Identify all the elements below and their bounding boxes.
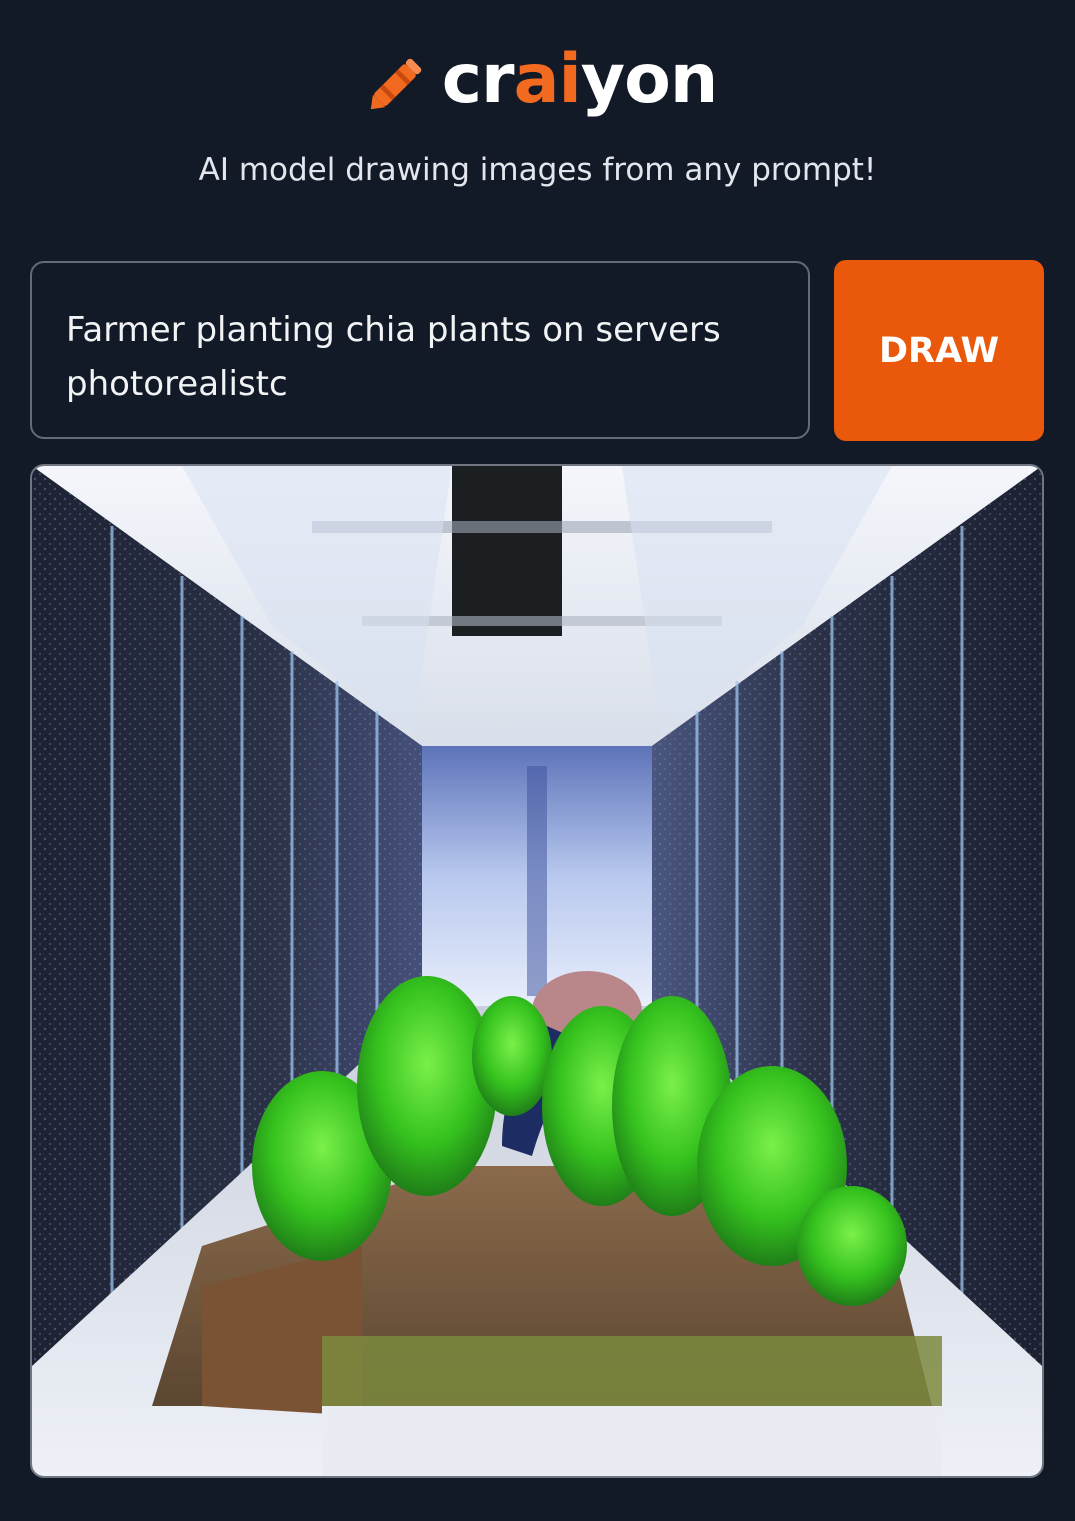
logo-text-accent: ai <box>513 40 582 119</box>
crayon-icon <box>370 58 422 110</box>
generated-image-artwork <box>32 466 1042 1476</box>
craiyon-logo[interactable]: craiyon <box>0 30 1075 130</box>
logo-wordmark: craiyon <box>442 46 719 114</box>
logo-text-suffix: yon <box>580 40 718 119</box>
logo-text-prefix: cr <box>441 40 515 119</box>
draw-button[interactable]: DRAW <box>834 260 1044 441</box>
tagline: AI model drawing images from any prompt! <box>198 152 877 188</box>
generated-image[interactable] <box>30 464 1044 1478</box>
craiyon-page: craiyon AI model drawing images from any… <box>0 0 1075 1521</box>
prompt-input[interactable]: Farmer planting chia plants on servers p… <box>30 261 810 439</box>
